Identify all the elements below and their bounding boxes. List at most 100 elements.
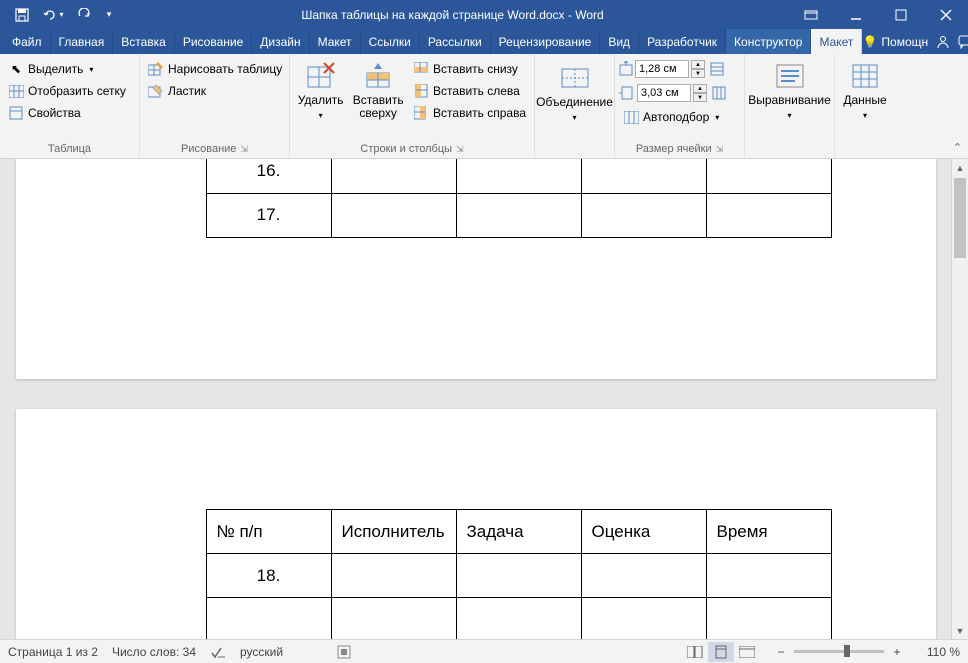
zoom-slider[interactable]: − +	[774, 645, 904, 659]
vertical-scrollbar[interactable]: ▲ ▼	[951, 159, 968, 639]
table-cell[interactable]	[581, 159, 706, 193]
redo-button[interactable]	[70, 3, 98, 27]
comments-button[interactable]	[958, 35, 968, 49]
spellcheck-icon[interactable]	[210, 645, 226, 659]
col-width-spinner[interactable]: ▲▼	[619, 82, 726, 104]
tab-layout[interactable]: Макет	[310, 29, 361, 54]
close-button[interactable]	[923, 0, 968, 29]
save-button[interactable]	[8, 3, 36, 27]
share-button[interactable]	[936, 35, 950, 49]
document-table[interactable]: 16. 17.	[206, 159, 832, 238]
tab-developer[interactable]: Разработчик	[639, 29, 726, 54]
table-header[interactable]: Оценка	[581, 510, 706, 554]
zoom-in-button[interactable]: +	[890, 645, 904, 659]
spin-up[interactable]: ▲	[691, 60, 705, 69]
tab-view[interactable]: Вид	[600, 29, 639, 54]
table-cell[interactable]	[456, 598, 581, 640]
distribute-cols-icon[interactable]	[712, 86, 726, 100]
tab-review[interactable]: Рецензирование	[491, 29, 601, 54]
dialog-launcher-icon[interactable]: ⇲	[456, 144, 464, 155]
zoom-track[interactable]	[794, 650, 884, 653]
table-cell[interactable]	[331, 159, 456, 193]
web-layout-button[interactable]	[734, 642, 760, 662]
row-height-spinner[interactable]: ▲▼	[619, 58, 726, 80]
tell-me-button[interactable]: 💡 Помощн	[862, 35, 928, 49]
zoom-level[interactable]: 110 %	[918, 645, 960, 659]
draw-table-button[interactable]: Нарисовать таблицу	[144, 58, 286, 80]
spin-down[interactable]: ▼	[693, 93, 707, 102]
row-height-input[interactable]	[635, 60, 689, 78]
table-cell[interactable]	[331, 193, 456, 237]
table-cell[interactable]	[581, 554, 706, 598]
scroll-up-button[interactable]: ▲	[952, 159, 968, 176]
tab-references[interactable]: Ссылки	[361, 29, 420, 54]
tab-maket[interactable]: Макет	[811, 29, 862, 54]
zoom-handle[interactable]	[844, 645, 850, 657]
tab-design[interactable]: Дизайн	[252, 29, 309, 54]
table-cell[interactable]	[706, 554, 831, 598]
read-mode-button[interactable]	[682, 642, 708, 662]
merge-button[interactable]: Объединение▾	[530, 58, 619, 126]
insert-right-button[interactable]: Вставить справа	[409, 102, 530, 124]
table-cell[interactable]: 18.	[206, 554, 331, 598]
spin-up[interactable]: ▲	[693, 84, 707, 93]
print-layout-button[interactable]	[708, 642, 734, 662]
table-cell[interactable]	[206, 598, 331, 640]
table-cell[interactable]	[706, 159, 831, 193]
table-header[interactable]: № п/п	[206, 510, 331, 554]
document-page[interactable]: 16. 17.	[16, 159, 936, 379]
table-cell[interactable]	[581, 193, 706, 237]
table-cell[interactable]	[456, 554, 581, 598]
tab-insert[interactable]: Вставка	[113, 29, 175, 54]
table-cell[interactable]	[331, 554, 456, 598]
minimize-button[interactable]	[833, 0, 878, 29]
select-button[interactable]: ⬉Выделить▾	[4, 58, 130, 80]
tab-constructor[interactable]: Конструктор	[726, 29, 811, 54]
data-button[interactable]: Данные▾	[837, 58, 892, 124]
maximize-button[interactable]	[878, 0, 923, 29]
word-count[interactable]: Число слов: 34	[112, 645, 196, 659]
document-area[interactable]: 16. 17. № п/п Исполнитель Задача Оценка …	[0, 159, 968, 639]
spin-down[interactable]: ▼	[691, 69, 705, 78]
insert-left-button[interactable]: Вставить слева	[409, 80, 530, 102]
undo-button[interactable]: ▾	[39, 3, 67, 27]
customize-qat-button[interactable]: ▾	[101, 3, 117, 27]
autofit-button[interactable]: Автоподбор▾	[619, 106, 726, 128]
tab-mailings[interactable]: Рассылки	[420, 29, 491, 54]
document-page[interactable]: № п/п Исполнитель Задача Оценка Время 18…	[16, 409, 936, 639]
table-cell[interactable]	[456, 159, 581, 193]
view-gridlines-button[interactable]: Отобразить сетку	[4, 80, 130, 102]
macro-icon[interactable]	[337, 645, 351, 659]
table-header[interactable]: Время	[706, 510, 831, 554]
scroll-down-button[interactable]: ▼	[952, 622, 968, 639]
properties-button[interactable]: Свойства	[4, 102, 130, 124]
table-cell[interactable]	[581, 598, 706, 640]
table-cell[interactable]: 17.	[206, 193, 331, 237]
col-width-input[interactable]	[637, 84, 691, 102]
table-cell[interactable]	[706, 598, 831, 640]
tab-draw[interactable]: Рисование	[175, 29, 252, 54]
distribute-rows-icon[interactable]	[710, 62, 724, 76]
zoom-out-button[interactable]: −	[774, 645, 788, 659]
document-table[interactable]: № п/п Исполнитель Задача Оценка Время 18…	[206, 509, 832, 639]
table-cell[interactable]	[456, 193, 581, 237]
collapse-ribbon-button[interactable]: ⌃	[953, 141, 962, 154]
tab-file[interactable]: Файл	[4, 29, 51, 54]
ribbon-display-button[interactable]	[788, 0, 833, 29]
insert-above-button[interactable]: Вставить сверху	[349, 58, 407, 122]
table-cell[interactable]: 16.	[206, 159, 331, 193]
dialog-launcher-icon[interactable]: ⇲	[716, 144, 724, 155]
alignment-button[interactable]: Выравнивание▾	[742, 58, 837, 124]
dialog-launcher-icon[interactable]: ⇲	[240, 144, 248, 155]
language-indicator[interactable]: русский	[240, 645, 283, 659]
insert-below-button[interactable]: Вставить снизу	[409, 58, 530, 80]
table-header[interactable]: Исполнитель	[331, 510, 456, 554]
table-cell[interactable]	[331, 598, 456, 640]
page-indicator[interactable]: Страница 1 из 2	[8, 645, 98, 659]
scroll-thumb[interactable]	[954, 178, 966, 258]
eraser-button[interactable]: Ластик	[144, 80, 286, 102]
table-cell[interactable]	[706, 193, 831, 237]
delete-button[interactable]: Удалить▾	[294, 58, 347, 124]
table-header[interactable]: Задача	[456, 510, 581, 554]
tab-home[interactable]: Главная	[51, 29, 114, 54]
